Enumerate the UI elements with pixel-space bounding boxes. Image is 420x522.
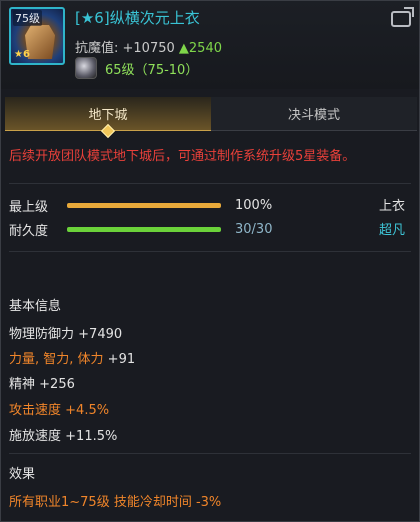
item-header: 75级 ★6 [★6]纵横次元上衣 抗魔值: +10750 ▲2540 65级（…	[1, 1, 419, 89]
max-level-label: 最上级	[9, 199, 49, 215]
stat-row: 施放速度 +11.5%	[9, 425, 117, 444]
stat-row: 攻击速度 +4.5%	[9, 399, 109, 418]
active-tab-diamond-icon	[100, 123, 116, 139]
magic-resist-row: 抗魔值: +10750 ▲2540	[75, 37, 222, 56]
basic-info-title: 基本信息	[9, 299, 62, 314]
stat-value: +91	[107, 352, 136, 367]
durability-value: 30/30	[235, 221, 273, 237]
stat-name: 力量, 智力, 体力	[9, 352, 104, 367]
stat-name: 施放速度	[9, 429, 62, 444]
durability-bar-fill	[67, 226, 221, 232]
max-level-value: 100%	[235, 197, 273, 213]
effects-title: 效果	[9, 467, 36, 482]
max-level-bar	[67, 202, 221, 208]
tab-duel-mode[interactable]: 决斗模式	[211, 97, 417, 131]
rarity-label: 超凡	[378, 223, 405, 238]
stat-row: 力量, 智力, 体力 +91	[9, 348, 135, 367]
item-title: [★6]纵横次元上衣	[75, 9, 200, 27]
stat-value: +7490	[78, 327, 123, 342]
mode-tabs: 地下城 决斗模式	[5, 97, 417, 139]
stat-value: +4.5%	[65, 403, 110, 418]
max-level-bar-fill	[67, 202, 221, 208]
stat-value: +256	[39, 377, 75, 392]
item-star-tag: ★6	[14, 49, 30, 60]
grade-gem-icon	[75, 57, 97, 79]
tab-dungeon-label: 地下城	[88, 108, 128, 123]
stat-row: 精神 +256	[9, 373, 75, 392]
grade-row: 65级（75-10）	[75, 57, 198, 79]
tab-duel-label: 决斗模式	[287, 108, 340, 123]
share-icon[interactable]	[391, 11, 411, 27]
grade-text: 65级（75-10）	[105, 62, 199, 78]
slot-type: 上衣	[378, 199, 405, 214]
stat-row: 物理防御力 +7490	[9, 323, 122, 342]
stat-name: 精神	[9, 377, 36, 392]
magic-resist-value: 抗魔值: +10750	[75, 41, 175, 56]
max-level-row: 最上级 100%	[9, 195, 272, 215]
effect-text: 所有职业1~75级 技能冷却时间 -3%	[9, 495, 222, 510]
durability-bar	[67, 226, 221, 232]
item-tooltip-panel: 75级 ★6 [★6]纵横次元上衣 抗魔值: +10750 ▲2540 65级（…	[0, 0, 420, 522]
armor-item-icon[interactable]: 75级 ★6	[9, 7, 65, 65]
divider	[9, 251, 411, 252]
magic-resist-increase: ▲2540	[178, 41, 222, 56]
stat-name: 攻击速度	[9, 403, 62, 418]
tab-dungeon[interactable]: 地下城	[5, 97, 211, 139]
durability-row: 耐久度 30/30	[9, 219, 272, 239]
stat-name: 物理防御力	[9, 327, 75, 342]
upgrade-notice: 后续开放团队模式地下城后，可通过制作系统升级5星装备。	[9, 149, 356, 164]
divider	[9, 183, 411, 184]
stat-value: +11.5%	[65, 429, 118, 444]
divider	[9, 453, 411, 454]
item-level-tag: 75级	[13, 10, 42, 26]
durability-label: 耐久度	[9, 223, 49, 239]
